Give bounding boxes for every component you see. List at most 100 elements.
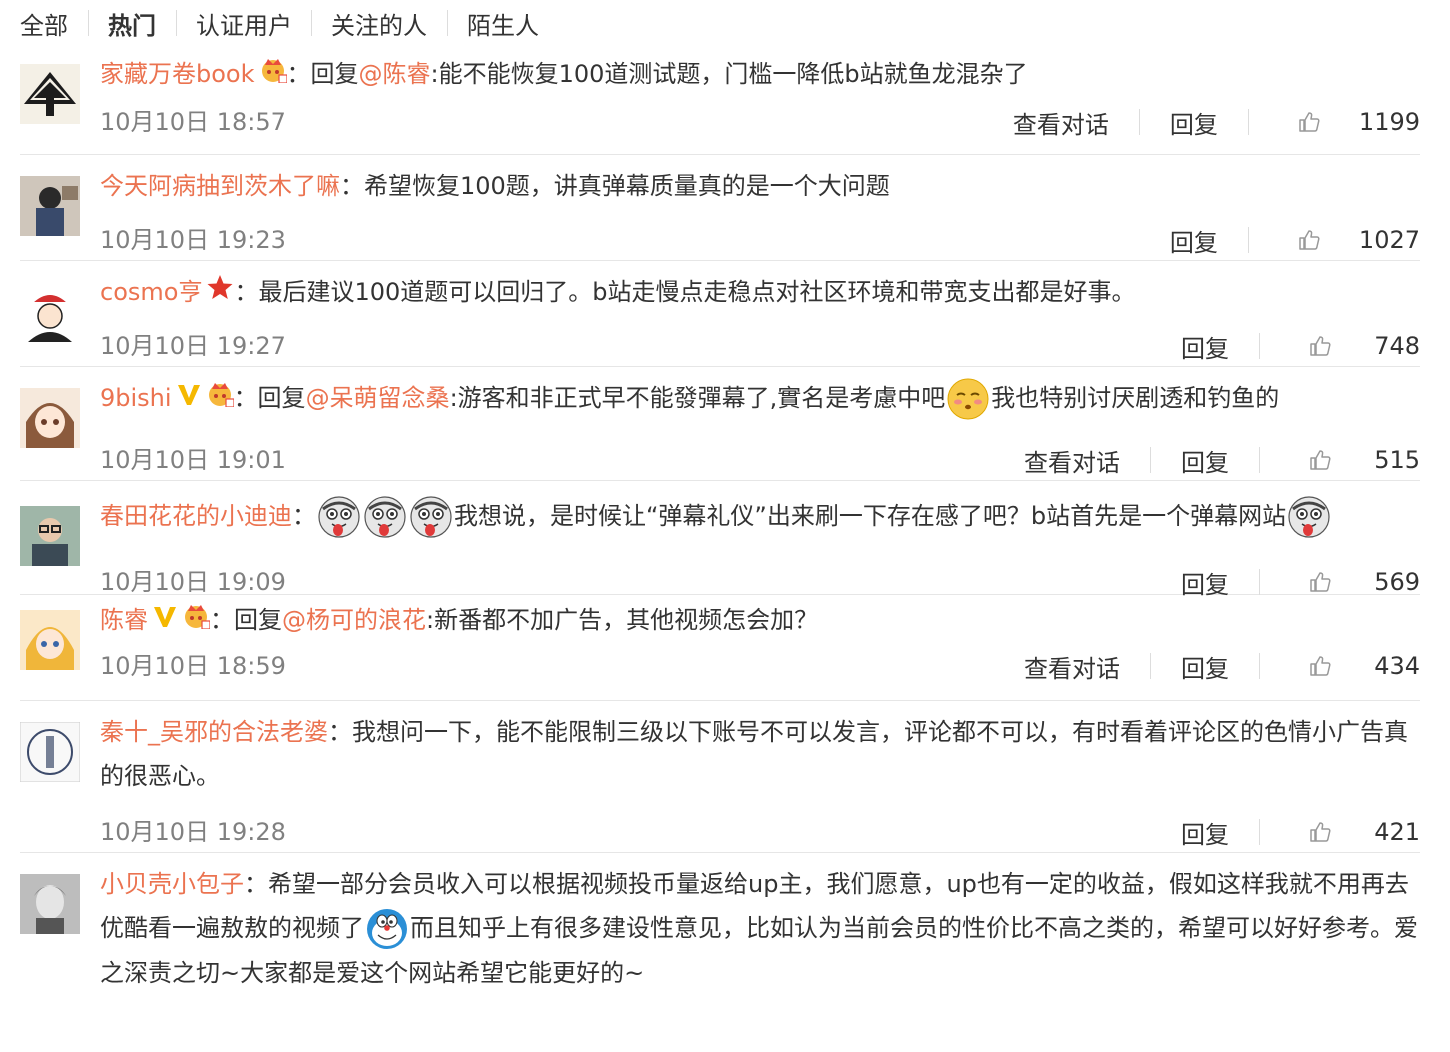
like-button[interactable]: 748 — [1290, 332, 1420, 360]
like-button[interactable]: 434 — [1290, 652, 1420, 680]
comment-item: 春田花花的小迪迪： 我想说，是时候让“弹幕礼仪”出来刷一下存在感了吧？b站首先是一… — [20, 480, 1420, 599]
avatar[interactable] — [20, 722, 80, 782]
comment-body: 9bishi ：回复@呆萌留念桑:游客和非正式早不能發彈幕了,實名是考慮中吧 我也特… — [100, 376, 1420, 477]
username-link[interactable]: 秦十_吴邪的合法老婆 — [100, 718, 328, 746]
like-button[interactable]: 1199 — [1279, 108, 1420, 136]
tab-all[interactable]: 全部 — [20, 6, 68, 41]
comment-text: 春田花花的小迪迪： 我想说，是时候让“弹幕礼仪”出来刷一下存在感了吧？b站首先是一… — [100, 494, 1420, 539]
comment-timestamp: 10月10日 19:28 — [100, 818, 286, 846]
reply-link[interactable]: 回复 — [1170, 223, 1218, 258]
tab-divider — [176, 10, 177, 36]
thumbs-up-icon — [1308, 570, 1332, 594]
tab-following[interactable]: 关注的人 — [331, 6, 427, 41]
red-star-icon[interactable] — [206, 271, 234, 315]
like-button[interactable]: 515 — [1290, 446, 1420, 474]
comment-text-segment: :能不能恢复100道测试题，门槛一降低b站就鱼龙混杂了 — [430, 60, 1028, 88]
crown-badge-icon[interactable] — [182, 599, 211, 643]
username-link[interactable]: 陈睿 — [100, 606, 148, 634]
comment-body: 春田花花的小迪迪： 我想说，是时候让“弹幕礼仪”出来刷一下存在感了吧？b站首先是一… — [100, 494, 1420, 599]
username-link[interactable]: 家藏万卷book — [100, 60, 255, 88]
comment-text: 9bishi ：回复@呆萌留念桑:游客和非正式早不能發彈幕了,實名是考慮中吧 我也特… — [100, 376, 1420, 421]
reply-link[interactable]: 回复 — [1181, 649, 1229, 684]
crown-badge-icon[interactable] — [206, 377, 235, 421]
mention-link[interactable]: @陈睿 — [359, 60, 431, 88]
comment-body: 家藏万卷book ： 回复 @陈睿:能不能恢复100道测试题，门槛一降低b站就鱼龙混杂… — [100, 52, 1420, 139]
action-divider — [1259, 569, 1260, 595]
comment-item: 今天阿病抽到茨木了嘛：希望恢复100题，讲真弹幕质量真的是一个大问题 10月10日… — [20, 154, 1420, 261]
comment-text-segment: :游客和非正式早不能發彈幕了,實名是考慮中吧 — [449, 384, 946, 412]
verified-v-icon[interactable] — [152, 599, 178, 643]
crown-badge-icon[interactable] — [259, 53, 288, 97]
username-link[interactable]: 春田花花的小迪迪 — [100, 502, 292, 530]
like-button[interactable]: 569 — [1290, 568, 1420, 596]
reply-link[interactable]: 回复 — [1181, 329, 1229, 364]
comment-meta: 10月10日 19:28 回复 421 — [100, 812, 1420, 852]
tongue-face-emoji — [317, 495, 361, 539]
thumbs-up-icon — [1308, 448, 1332, 472]
comment-text: 家藏万卷book ：回复@陈睿:能不能恢复100道测试题，门槛一降低b站就鱼龙混杂… — [100, 52, 1420, 97]
comment-timestamp: 10月10日 19:01 — [100, 446, 286, 474]
username-link[interactable]: 今天阿病抽到茨木了嘛 — [100, 172, 340, 200]
action-divider — [1247, 109, 1249, 135]
action-divider — [1247, 227, 1249, 253]
avatar[interactable] — [20, 388, 80, 448]
action-divider — [1259, 653, 1260, 679]
reply-link[interactable]: 回复 — [1170, 105, 1218, 140]
tongue-face-emoji — [1287, 495, 1331, 539]
comment-item: 秦十_吴邪的合法老婆：我想问一下，能不能限制三级以下账号不可以发言，评论都不可以… — [20, 700, 1420, 853]
comment-timestamp: 10月10日 19:27 — [100, 332, 286, 360]
reply-link[interactable]: 回复 — [1181, 815, 1229, 850]
comment-text: 今天阿病抽到茨木了嘛：希望恢复100题，讲真弹幕质量真的是一个大问题 — [100, 164, 1420, 208]
avatar[interactable] — [20, 610, 80, 670]
like-count: 421 — [1374, 818, 1420, 846]
comment-item: 家藏万卷book ： 回复 @陈睿:能不能恢复100道测试题，门槛一降低b站就鱼龙混杂… — [20, 48, 1420, 155]
mention-link[interactable]: @杨可的浪花 — [282, 606, 426, 634]
avatar[interactable] — [20, 874, 80, 934]
comment-timestamp: 10月10日 19:23 — [100, 226, 286, 254]
comment-body: 陈睿 ：回复@杨可的浪花:新番都不加广告，其他视频怎会加？ 10月10日 18:59… — [100, 598, 1420, 683]
tab-verified-users[interactable]: 认证用户 — [196, 6, 292, 41]
thumbs-up-icon — [1297, 228, 1321, 252]
like-button[interactable]: 421 — [1290, 818, 1420, 846]
comment-text-segment: ： — [286, 60, 311, 88]
tab-strangers[interactable]: 陌生人 — [467, 6, 539, 41]
view-conversation-link[interactable]: 查看对话 — [1024, 443, 1120, 478]
avatar[interactable] — [20, 282, 80, 342]
username-link[interactable]: 小贝壳小包子 — [100, 870, 244, 898]
comment-text-segment: 我想说，是时候让“弹幕礼仪”出来刷一下存在感了吧？b站首先是一个弹幕网站 — [454, 502, 1287, 530]
avatar[interactable] — [20, 506, 80, 566]
mention-link[interactable]: @呆萌留念桑 — [306, 384, 450, 412]
comment-text-segment: ：希望恢复100题，讲真弹幕质量真的是一个大问题 — [340, 172, 890, 200]
action-divider — [1259, 447, 1260, 473]
comment-meta: 10月10日 19:23 回复 1027 — [100, 220, 1420, 260]
comment-body: cosmo亨 ：最后建议100道题可以回归了。b站走慢点走稳点对社区环境和带宽支出… — [100, 270, 1420, 363]
comment-text: cosmo亨 ：最后建议100道题可以回归了。b站走慢点走稳点对社区环境和带宽支出… — [100, 270, 1420, 315]
reply-link[interactable]: 回复 — [1181, 443, 1229, 478]
tab-hot[interactable]: 热门 — [108, 6, 156, 41]
tongue-face-emoji — [409, 495, 453, 539]
username-link[interactable]: 9bishi — [100, 384, 172, 412]
comment-actions: 回复 748 — [1181, 326, 1420, 366]
comment-meta: 10月10日 18:59 查看对话 回复 434 — [100, 646, 1420, 686]
like-button[interactable]: 1027 — [1279, 226, 1420, 254]
comment-meta: 10月10日 19:27 回复 748 — [100, 326, 1420, 366]
comment-meta: 10月10日 18:57 查看对话 回复 1199 — [100, 102, 1420, 142]
thumbs-up-icon — [1308, 334, 1332, 358]
comment-text: 陈睿 ：回复@杨可的浪花:新番都不加广告，其他视频怎会加？ — [100, 598, 1420, 643]
verified-v-icon[interactable] — [176, 377, 202, 421]
avatar[interactable] — [20, 176, 80, 236]
view-conversation-link[interactable]: 查看对话 — [1013, 105, 1109, 140]
comment-timestamp: 10月10日 18:59 — [100, 652, 286, 680]
comment-text-segment: :新番都不加广告，其他视频怎会加？ — [426, 606, 819, 634]
username-link[interactable]: cosmo亨 — [100, 278, 202, 306]
tab-divider — [88, 10, 89, 36]
action-divider — [1259, 333, 1260, 359]
comment-text-segment: ：回复 — [233, 384, 306, 412]
thumbs-up-icon — [1308, 654, 1332, 678]
view-conversation-link[interactable]: 查看对话 — [1024, 649, 1120, 684]
comment-text-segment: ：回复 — [210, 606, 282, 634]
avatar[interactable] — [20, 64, 80, 124]
comment-meta: 10月10日 19:01 查看对话 回复 515 — [100, 440, 1420, 480]
action-divider — [1138, 109, 1140, 135]
like-count: 748 — [1374, 332, 1420, 360]
